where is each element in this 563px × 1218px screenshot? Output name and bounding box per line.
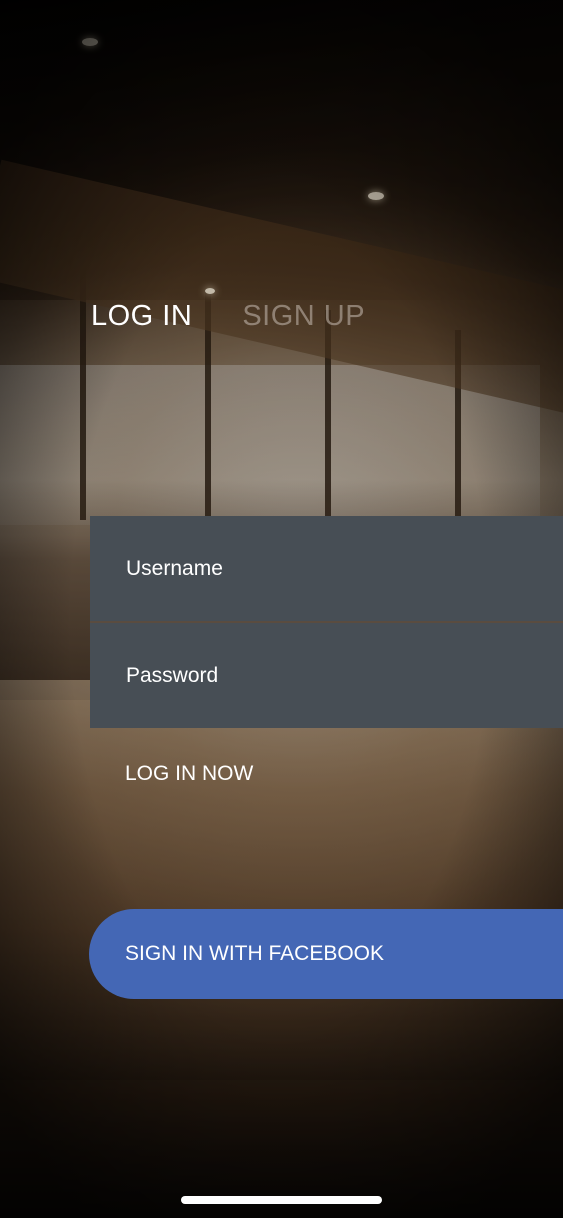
background-ceiling [0,0,563,300]
password-field[interactable]: Password [90,623,563,728]
facebook-button-label: SIGN IN WITH FACEBOOK [125,942,385,965]
ceiling-light [368,192,384,200]
login-screen: LOG IN SIGN UP Username Password LOG IN … [0,0,563,1218]
background-mullion [455,330,461,525]
background-mullion [80,260,86,520]
background-window [0,365,540,525]
background-floor [0,700,563,1080]
password-placeholder: Password [126,663,219,687]
tab-sign-up[interactable]: SIGN UP [242,300,365,333]
background-mullion [325,310,331,525]
ceiling-light [82,38,98,46]
background-window-frame [0,159,563,417]
username-placeholder: Username [126,556,223,580]
tab-log-in[interactable]: LOG IN [91,300,192,333]
log-in-now-button[interactable]: LOG IN NOW [125,762,253,786]
home-indicator[interactable] [181,1196,382,1204]
username-field[interactable]: Username [90,516,563,621]
auth-tabs: LOG IN SIGN UP [91,300,365,333]
sign-in-with-facebook-button[interactable]: SIGN IN WITH FACEBOOK [89,909,563,999]
ceiling-light [205,288,215,294]
